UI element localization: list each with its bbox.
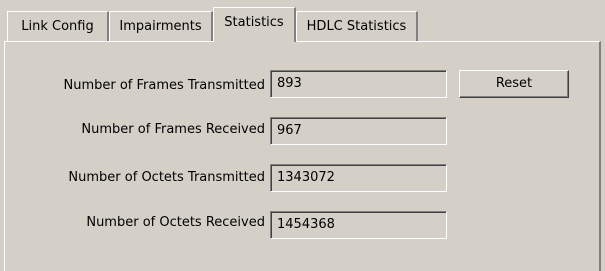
frames-transmitted-field: 893: [270, 70, 447, 98]
octets-received-field: 1454368: [270, 211, 447, 239]
octets-transmitted-label: Number of Octets Transmitted: [68, 170, 265, 185]
tab-impairments[interactable]: Impairments: [109, 11, 213, 42]
tab-strip: Link Config Impairments Statistics HDLC …: [0, 0, 605, 45]
octets-transmitted-field: 1343072: [270, 164, 447, 192]
tab-statistics[interactable]: Statistics: [213, 7, 296, 42]
frames-received-label: Number of Frames Received: [81, 122, 265, 137]
reset-button[interactable]: Reset: [459, 70, 569, 98]
frames-transmitted-label: Number of Frames Transmitted: [63, 78, 266, 93]
octets-received-label: Number of Octets Received: [86, 215, 265, 230]
tab-hdlc-statistics[interactable]: HDLC Statistics: [296, 11, 418, 42]
frames-received-field: 967: [270, 117, 447, 145]
tab-link-config[interactable]: Link Config: [7, 11, 109, 42]
